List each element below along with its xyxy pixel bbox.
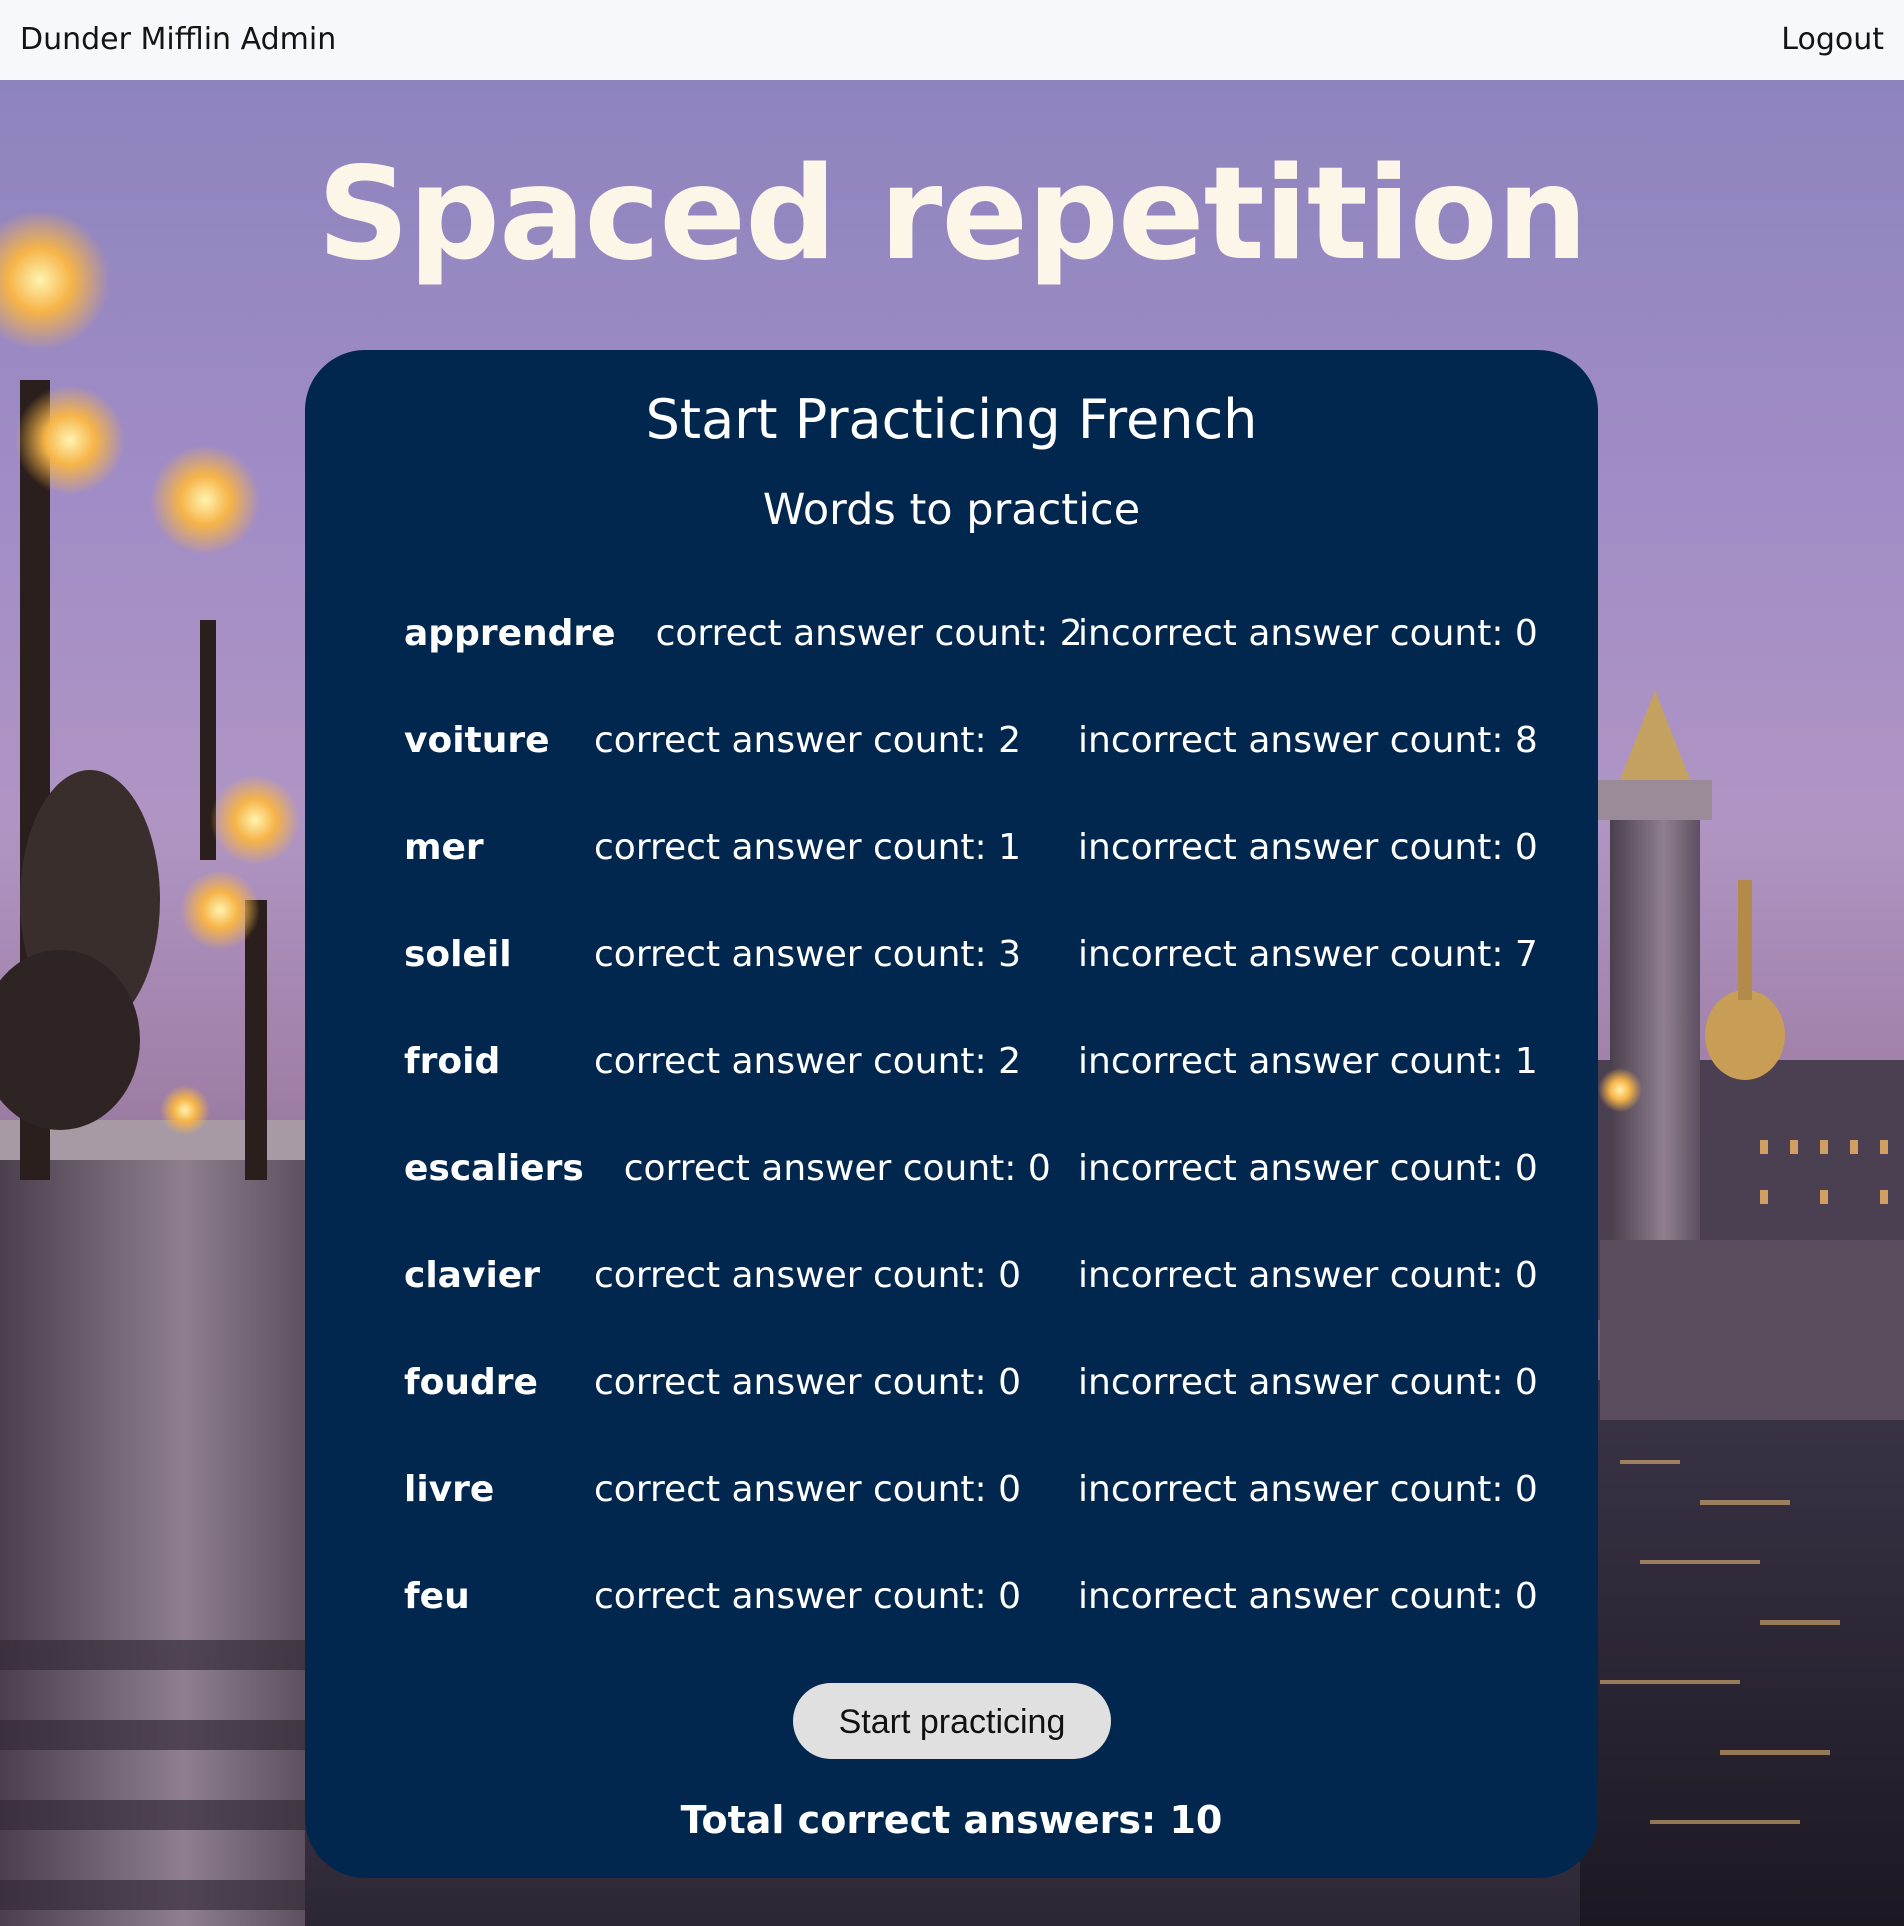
word-label: livre <box>404 1469 495 1510</box>
incorrect-count: incorrect answer count: 0 <box>1078 613 1538 654</box>
word-row: clavier correct answer count: 0 incorrec… <box>404 1222 1538 1329</box>
card-title: Start Practicing French <box>645 388 1258 451</box>
incorrect-count: incorrect answer count: 0 <box>1078 1148 1538 1189</box>
word-label: foudre <box>404 1362 538 1403</box>
start-practicing-button[interactable]: Start practicing <box>793 1683 1111 1759</box>
incorrect-count: incorrect answer count: 1 <box>1078 1041 1538 1082</box>
word-label: soleil <box>404 934 512 975</box>
incorrect-count: incorrect answer count: 0 <box>1078 1362 1538 1403</box>
word-label: mer <box>404 827 484 868</box>
incorrect-count: incorrect answer count: 0 <box>1078 1255 1538 1296</box>
word-list: apprendre correct answer count: 2 incorr… <box>404 580 1538 1650</box>
word-row: apprendre correct answer count: 2 incorr… <box>404 580 1538 687</box>
word-row: livre correct answer count: 0 incorrect … <box>404 1436 1538 1543</box>
incorrect-count: incorrect answer count: 7 <box>1078 934 1538 975</box>
word-row: mer correct answer count: 1 incorrect an… <box>404 794 1538 901</box>
incorrect-count: incorrect answer count: 0 <box>1078 1576 1538 1617</box>
words-section-heading: Words to practice <box>762 485 1141 535</box>
page-title: Spaced repetition <box>317 140 1588 289</box>
incorrect-count: incorrect answer count: 0 <box>1078 827 1538 868</box>
logout-link[interactable]: Logout <box>1781 20 1884 60</box>
word-label: feu <box>404 1576 470 1617</box>
word-row: escaliers correct answer count: 0 incorr… <box>404 1115 1538 1222</box>
word-row: foudre correct answer count: 0 incorrect… <box>404 1329 1538 1436</box>
practice-card: Start Practicing French Words to practic… <box>305 350 1598 1878</box>
total-correct-answers: Total correct answers: 10 <box>680 1798 1223 1842</box>
word-label: apprendre <box>404 613 616 654</box>
top-navbar: Dunder Mifflin Admin Logout <box>0 0 1904 80</box>
word-label: escaliers <box>404 1148 584 1189</box>
word-label: clavier <box>404 1255 540 1296</box>
word-label: voiture <box>404 720 550 761</box>
incorrect-count: incorrect answer count: 8 <box>1078 720 1538 761</box>
word-row: voiture correct answer count: 2 incorrec… <box>404 687 1538 794</box>
brand-link[interactable]: Dunder Mifflin Admin <box>20 20 336 60</box>
word-row: froid correct answer count: 2 incorrect … <box>404 1008 1538 1115</box>
word-row: soleil correct answer count: 3 incorrect… <box>404 901 1538 1008</box>
word-row: feu correct answer count: 0 incorrect an… <box>404 1543 1538 1650</box>
word-label: froid <box>404 1041 501 1082</box>
incorrect-count: incorrect answer count: 0 <box>1078 1469 1538 1510</box>
